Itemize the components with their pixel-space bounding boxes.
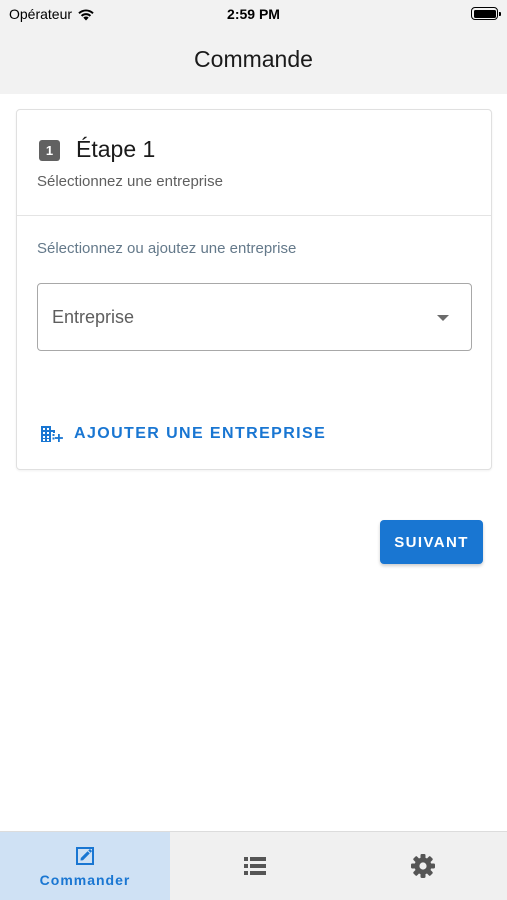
company-select-value: Entreprise xyxy=(52,307,135,327)
battery-tip xyxy=(499,11,501,16)
step-number-badge: 1 xyxy=(39,140,60,161)
battery-icon xyxy=(471,7,501,20)
chevron-down-icon xyxy=(437,315,449,321)
clock: 2:59 PM xyxy=(227,6,280,22)
next-button[interactable]: SUIVANT xyxy=(380,520,483,564)
tab-commander-label: Commander xyxy=(39,871,131,888)
add-company-button[interactable]: AJOUTER UNE ENTREPRISE xyxy=(41,425,326,443)
page-title: Commande xyxy=(194,46,313,72)
status-bar: Opérateur 2:59 PM xyxy=(0,0,507,28)
step-card: 1 Étape 1 Sélectionnez une entreprise Sé… xyxy=(16,109,492,470)
battery-level xyxy=(473,9,496,18)
company-select[interactable]: Entreprise xyxy=(37,283,472,351)
add-company-label: AJOUTER UNE ENTREPRISE xyxy=(74,425,327,442)
navigation-bar: Commande xyxy=(0,28,507,94)
gear-icon xyxy=(411,854,435,878)
edit-square-icon xyxy=(76,846,94,865)
tab-bar: Commander xyxy=(0,831,507,900)
tab-list[interactable] xyxy=(170,832,339,900)
tab-commander[interactable]: Commander xyxy=(0,832,170,900)
step-subtitle: Sélectionnez une entreprise xyxy=(37,173,223,190)
step-header: 1 Étape 1 Sélectionnez une entreprise xyxy=(17,110,491,216)
step-title: Étape 1 xyxy=(76,136,156,162)
list-icon xyxy=(243,857,266,875)
add-business-icon xyxy=(41,426,63,442)
tab-settings[interactable] xyxy=(339,832,507,900)
company-hint: Sélectionnez ou ajoutez une entreprise xyxy=(37,240,297,257)
